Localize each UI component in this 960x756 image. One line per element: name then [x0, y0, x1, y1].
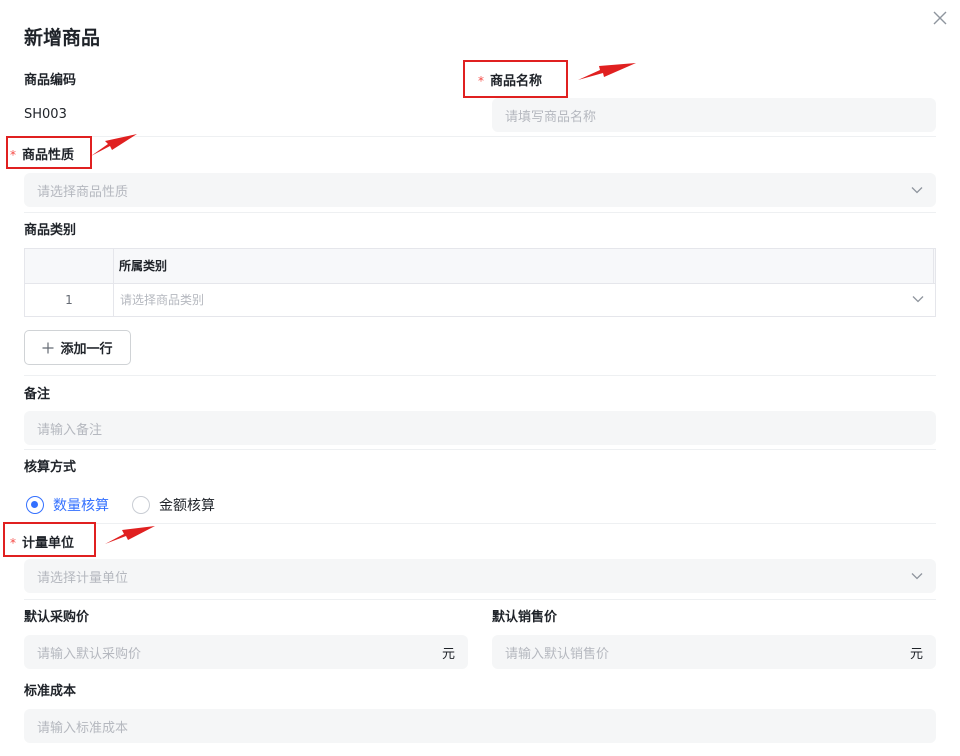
- product-code-value: SH003: [24, 107, 67, 122]
- currency-suffix: 元: [441, 646, 455, 662]
- chevron-down-icon[interactable]: [912, 295, 924, 303]
- divider: [24, 212, 936, 213]
- currency-suffix: 元: [909, 646, 923, 662]
- add-row-label: 添加一行: [60, 342, 113, 357]
- annotation-box: [463, 60, 568, 98]
- add-row-button[interactable]: 添加一行: [24, 330, 131, 365]
- divider: [24, 523, 936, 524]
- annotation-box: [3, 522, 96, 557]
- table-header-index: [25, 249, 114, 283]
- divider: [24, 136, 936, 137]
- chevron-down-icon: [911, 187, 923, 194]
- radio-quantity[interactable]: 数量核算: [26, 495, 109, 515]
- category-table: 所属类别 1 请选择商品类别: [24, 248, 936, 317]
- purchase-price-placeholder: 请输入默认采购价: [37, 646, 142, 662]
- purchase-price-label: 默认采购价: [24, 610, 90, 625]
- divider: [24, 449, 936, 450]
- purchase-price-input[interactable]: 请输入默认采购价 元: [24, 635, 468, 669]
- divider: [24, 375, 936, 376]
- radio-amount[interactable]: 金额核算: [132, 495, 215, 515]
- table-row: 1 请选择商品类别: [25, 283, 935, 316]
- radio-circle: [26, 496, 44, 514]
- product-name-placeholder: 请填写商品名称: [505, 109, 597, 125]
- standard-cost-placeholder: 请输入标准成本: [37, 720, 129, 736]
- accounting-method-label: 核算方式: [24, 460, 77, 475]
- row-index: 1: [25, 283, 114, 316]
- remark-input[interactable]: 请输入备注: [24, 411, 936, 445]
- sale-price-label: 默认销售价: [492, 610, 558, 625]
- plus-icon: [42, 342, 54, 353]
- annotation-arrow-icon: [578, 63, 636, 80]
- radio-circle: [132, 496, 150, 514]
- close-icon[interactable]: [931, 9, 949, 27]
- unit-select[interactable]: 请选择计量单位: [24, 559, 936, 593]
- sale-price-input[interactable]: 请输入默认销售价 元: [492, 635, 936, 669]
- table-header: 所属类别: [25, 249, 935, 284]
- radio-quantity-label: 数量核算: [53, 498, 109, 514]
- table-header-category: 所属类别: [119, 259, 168, 273]
- standard-cost-label: 标准成本: [24, 684, 77, 699]
- table-header-edge: [933, 249, 934, 283]
- remark-label: 备注: [24, 387, 51, 402]
- annotation-arrow-icon: [105, 526, 155, 544]
- product-category-label: 商品类别: [24, 223, 77, 238]
- product-nature-placeholder: 请选择商品性质: [37, 184, 129, 200]
- annotation-box: [6, 136, 92, 169]
- divider: [24, 599, 936, 600]
- product-code-label: 商品编码: [24, 73, 77, 88]
- dialog-title: 新增商品: [24, 27, 101, 49]
- category-select[interactable]: 请选择商品类别: [120, 291, 204, 308]
- chevron-down-icon: [911, 573, 923, 580]
- product-nature-select[interactable]: 请选择商品性质: [24, 173, 936, 207]
- radio-amount-label: 金额核算: [159, 498, 215, 514]
- product-name-input[interactable]: 请填写商品名称: [492, 98, 936, 132]
- sale-price-placeholder: 请输入默认销售价: [505, 646, 610, 662]
- standard-cost-input[interactable]: 请输入标准成本: [24, 709, 936, 743]
- remark-placeholder: 请输入备注: [37, 422, 103, 438]
- unit-placeholder: 请选择计量单位: [37, 570, 129, 586]
